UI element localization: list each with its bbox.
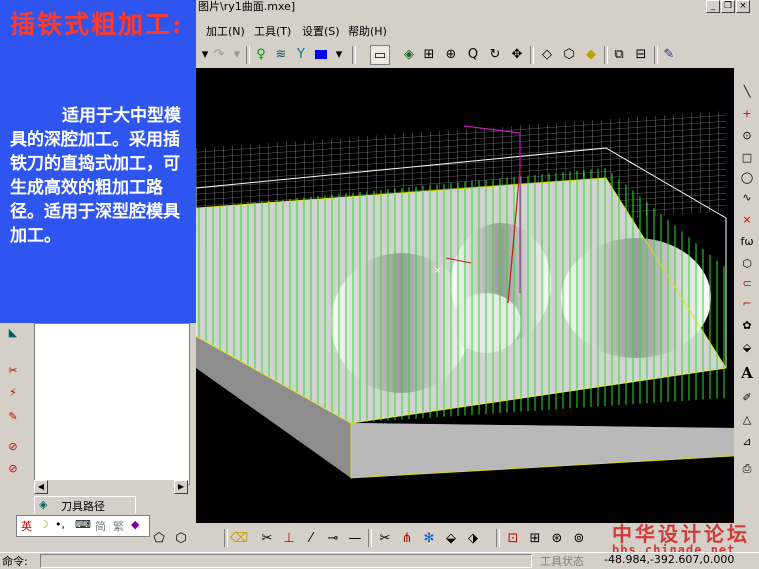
box-icon[interactable]: ⊡ (504, 529, 522, 547)
tree-scrollbar[interactable]: ◀ ▶ (34, 480, 188, 494)
tree-panel[interactable] (34, 323, 190, 485)
move-icon[interactable]: ⬗ (464, 529, 482, 547)
point-icon[interactable]: + (738, 104, 756, 122)
menu-settings[interactable]: 设置(S) (302, 23, 340, 39)
scroll-right-icon[interactable]: ▶ (174, 480, 188, 494)
simulate-icon[interactable]: ⊘ (4, 437, 22, 455)
view-fit-icon[interactable]: ◈ (400, 45, 418, 63)
edit-icon[interactable]: ✐ (738, 388, 756, 406)
zoom-window-icon[interactable]: ⊞ (420, 45, 438, 63)
trim-icon[interactable]: ⊿ (738, 432, 756, 450)
transform-icon[interactable]: ✂ (376, 529, 394, 547)
break-icon[interactable]: ⊸ (324, 529, 342, 547)
menu-machining[interactable]: 加工(N) (206, 23, 245, 39)
menu-bar: 加工(N) 工具(T) 设置(S) 帮助(H) (196, 20, 759, 40)
status-bar: 命令: 工具状态 -48.984,-392.607,0.000 (0, 552, 759, 568)
ellipse-icon[interactable]: ◯ (738, 168, 756, 186)
viewport-3d[interactable]: × (196, 68, 734, 523)
filter-icon[interactable]: Y (292, 45, 310, 63)
svg-text:×: × (434, 266, 442, 276)
pan-icon[interactable]: ✥ (508, 45, 526, 63)
shaded-icon[interactable]: ◆ (582, 45, 600, 63)
cut-icon[interactable]: ✂ (4, 361, 22, 379)
hidden-line-icon[interactable]: ⬡ (560, 45, 578, 63)
minimize-button[interactable]: _ (706, 0, 720, 13)
blend-icon[interactable]: ⊚ (570, 529, 588, 547)
left-toolbar: ◣ ✂ ⚡ ✎ ⊘ ⊘ (0, 323, 30, 523)
model-view-svg: × (196, 110, 734, 479)
overlay-body: 适用于大中型模具的深腔加工。采用插铁刀的直捣式加工，可生成高效的粗加工路径。适用… (10, 106, 181, 246)
measure-icon[interactable]: △ (738, 410, 756, 428)
window-title: 图片\ry1曲面.mxe] (198, 0, 296, 13)
tab-toolpath[interactable]: ◈ 刀具路径 (34, 496, 136, 513)
array-icon[interactable]: ✻ (420, 529, 438, 547)
circle-icon[interactable]: ⊙ (738, 126, 756, 144)
export-icon[interactable]: ⎙ (738, 460, 756, 478)
redo-icon[interactable]: ↷ (210, 45, 228, 63)
dropdown-arrow-icon[interactable]: ▾ (228, 45, 246, 63)
scale-icon[interactable]: ⬙ (442, 529, 460, 547)
spline-icon[interactable]: ∿ (738, 188, 756, 206)
light-bulb-icon[interactable]: ♀ (252, 45, 270, 63)
menu-tools[interactable]: 工具(T) (254, 23, 291, 39)
dash-icon[interactable]: — (346, 529, 364, 547)
toolpath-icon[interactable]: ⚡ (4, 383, 22, 401)
rotate-icon[interactable]: ↻ (486, 45, 504, 63)
restore-button[interactable]: ❐ (721, 0, 735, 13)
extend-icon[interactable]: ⊥ (280, 529, 298, 547)
wireframe-icon[interactable]: ◇ (538, 45, 556, 63)
surface-icon[interactable]: ✿ (738, 316, 756, 334)
overlay-heading: 插铁式粗加工: (10, 10, 184, 39)
equidistant-icon[interactable]: ⊂ (738, 274, 756, 292)
extrude-icon[interactable]: ⊞ (526, 529, 544, 547)
layout-icon[interactable]: ⊟ (632, 45, 650, 63)
layers-icon[interactable]: ≋ (272, 45, 290, 63)
color-swatch[interactable] (312, 45, 330, 63)
view-cube-icon[interactable]: ⬠ (150, 529, 168, 547)
scroll-left-icon[interactable]: ◀ (34, 480, 48, 494)
corner-icon[interactable]: ⌐ (738, 294, 756, 312)
tool-edit-icon[interactable]: ✎ (4, 407, 22, 425)
solid-icon[interactable]: ⬙ (738, 338, 756, 356)
main-toolbar: ▾ ↷ ▾ ♀ ≋ Y ▾ ▭ ◈ ⊞ ⊕ Q ↻ ✥ ◇ ⬡ ◆ ⧉ ⊟ ✎ (196, 42, 759, 68)
scissors-icon[interactable]: ✂ (258, 529, 276, 547)
tab-label: 刀具路径 (61, 500, 105, 513)
view-iso-icon[interactable]: ⬡ (172, 529, 190, 547)
tree-icon[interactable]: ◣ (4, 323, 22, 341)
line-icon[interactable]: ╲ (738, 82, 756, 100)
menu-help[interactable]: 帮助(H) (348, 23, 387, 39)
eraser-icon[interactable]: ⌫ (230, 529, 248, 547)
window-icon[interactable]: ▭ (370, 45, 390, 65)
zoom-in-icon[interactable]: ⊕ (442, 45, 460, 63)
coordinates-readout: -48.984,-392.607,0.000 (604, 553, 735, 566)
overlay-panel: 插铁式粗加工: 适用于大中型模具的深腔加工。采用插铁刀的直捣式加工，可生成高效的… (0, 0, 196, 323)
revolve-icon[interactable]: ⊛ (548, 529, 566, 547)
close-button[interactable]: × (736, 0, 750, 13)
text-icon[interactable]: A (738, 364, 756, 382)
toolpath-tab-icon: ◈ (39, 498, 48, 511)
rectangle-icon[interactable]: □ (738, 148, 756, 166)
mirror-icon[interactable]: ⋔ (398, 529, 416, 547)
zoom-realtime-icon[interactable]: Q (464, 45, 482, 63)
gcode-icon[interactable]: ⊘ (4, 459, 22, 477)
tool-icon[interactable]: ✎ (660, 45, 678, 63)
function-curve-icon[interactable]: fω (738, 232, 756, 250)
right-toolbar: ╲ + ⊙ □ ◯ ∿ × fω ⬡ ⊂ ⌐ ✿ ⬙ A ✐ △ ⊿ ⎙ (736, 68, 759, 523)
polygon-icon[interactable]: ⬡ (738, 254, 756, 272)
multi-window-icon[interactable]: ⧉ (610, 45, 628, 63)
curve-edit-icon[interactable]: ⁄ (302, 529, 320, 547)
cross-point-icon[interactable]: × (738, 210, 756, 228)
command-input[interactable] (40, 554, 532, 568)
dropdown-arrow-icon[interactable]: ▾ (330, 45, 348, 63)
title-bar: 图片\ry1曲面.mxe] _ ❐ × (196, 0, 759, 13)
